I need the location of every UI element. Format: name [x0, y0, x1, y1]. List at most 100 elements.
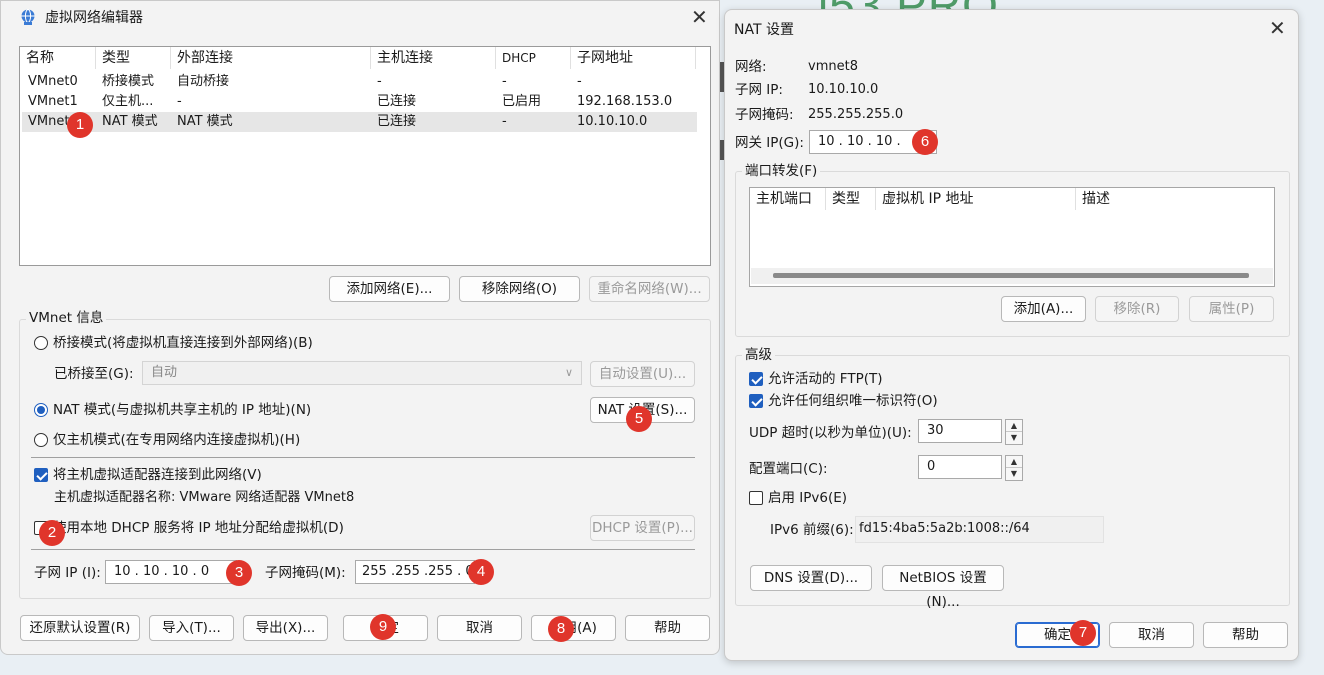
- allow-ftp-label[interactable]: 允许活动的 FTP(T): [768, 370, 883, 388]
- arrow-up-icon[interactable]: ▲: [1006, 420, 1022, 432]
- host-only-label[interactable]: 仅主机模式(在专用网络内连接虚拟机)(H): [53, 431, 300, 449]
- window-title: 虚拟网络编辑器: [45, 10, 143, 26]
- dhcp-label[interactable]: 使用本地 DHCP 服务将 IP 地址分配给虚拟机(D): [53, 519, 344, 537]
- subnet-ip-label: 子网 IP (I):: [34, 565, 101, 581]
- connect-adapter-label[interactable]: 将主机虚拟适配器连接到此网络(V): [53, 466, 262, 484]
- step-badge: 4: [468, 559, 494, 585]
- export-button[interactable]: 导出(X)...: [243, 615, 328, 641]
- step-badge: 3: [226, 560, 252, 586]
- arrow-down-icon[interactable]: ▼: [1006, 468, 1022, 480]
- enable-ipv6-checkbox[interactable]: [749, 491, 763, 505]
- network-label: 网络:: [735, 59, 767, 75]
- step-badge: 5: [626, 406, 652, 432]
- allow-oui-label[interactable]: 允许任何组织唯一标识符(O): [768, 392, 938, 410]
- port-forwarding-label: 端口转发(F): [742, 163, 821, 179]
- step-badge: 9: [370, 614, 396, 640]
- port-properties-button[interactable]: 属性(P): [1189, 296, 1274, 322]
- table-cell: 桥接模式: [102, 74, 155, 89]
- restore-defaults-button[interactable]: 还原默认设置(R): [20, 615, 140, 641]
- udp-timeout-stepper[interactable]: ▲ ▼: [1005, 419, 1023, 445]
- config-port-input[interactable]: 0: [918, 455, 1002, 479]
- table-row[interactable]: VMnet0 桥接模式 自动桥接 - - -: [22, 72, 697, 92]
- scrollbar-thumb[interactable]: [773, 273, 1249, 278]
- column-header-host-port[interactable]: 主机端口: [750, 188, 826, 210]
- bridged-to-label: 已桥接至(G):: [54, 366, 134, 382]
- import-button[interactable]: 导入(T)...: [149, 615, 234, 641]
- table-cell: -: [577, 74, 582, 89]
- remove-port-button[interactable]: 移除(R): [1095, 296, 1179, 322]
- table-cell: 自动桥接: [177, 74, 230, 89]
- bridged-label[interactable]: 桥接模式(将虚拟机直接连接到外部网络)(B): [53, 334, 313, 352]
- config-port-stepper[interactable]: ▲ ▼: [1005, 455, 1023, 481]
- allow-ftp-checkbox[interactable]: [749, 372, 763, 386]
- table-cell: NAT 模式: [102, 114, 158, 129]
- add-port-button[interactable]: 添加(A)...: [1001, 296, 1086, 322]
- column-header-type[interactable]: 类型: [826, 188, 876, 210]
- port-forwarding-list[interactable]: 主机端口 类型 虚拟机 IP 地址 描述: [749, 187, 1275, 287]
- column-header-subnet[interactable]: 子网地址: [571, 47, 696, 69]
- table-cell: VMnet0: [28, 74, 78, 89]
- step-badge: 6: [912, 129, 938, 155]
- nat-radio[interactable]: [34, 403, 48, 417]
- close-icon[interactable]: ✕: [1269, 18, 1286, 38]
- step-badge: 8: [548, 616, 574, 642]
- column-header-description[interactable]: 描述: [1076, 188, 1274, 210]
- cancel-button[interactable]: 取消: [437, 615, 522, 641]
- help-button[interactable]: 帮助: [625, 615, 710, 641]
- nat-label[interactable]: NAT 模式(与虚拟机共享主机的 IP 地址)(N): [53, 401, 311, 419]
- close-icon[interactable]: ✕: [691, 7, 708, 27]
- divider: [31, 457, 695, 458]
- column-header-name[interactable]: 名称: [20, 47, 96, 69]
- subnet-value: 10.10.10.0: [808, 82, 879, 97]
- table-cell: 已启用: [502, 94, 542, 109]
- subnet-mask-input[interactable]: 255 .255 .255 . 0: [355, 560, 475, 584]
- auto-settings-button[interactable]: 自动设置(U)...: [590, 361, 695, 387]
- window-title: NAT 设置: [734, 22, 794, 38]
- column-header-external[interactable]: 外部连接: [171, 47, 371, 69]
- add-network-button[interactable]: 添加网络(E)...: [329, 276, 450, 302]
- table-cell: 192.168.153.0: [577, 94, 673, 109]
- dns-settings-button[interactable]: DNS 设置(D)...: [750, 565, 872, 591]
- column-header-dhcp[interactable]: DHCP: [496, 47, 571, 69]
- enable-ipv6-label[interactable]: 启用 IPv6(E): [768, 489, 847, 507]
- allow-oui-checkbox[interactable]: [749, 394, 763, 408]
- dhcp-settings-button[interactable]: DHCP 设置(P)...: [590, 515, 695, 541]
- subnet-label: 子网 IP:: [735, 82, 783, 98]
- vmnet-info-label: VMnet 信息: [26, 310, 107, 326]
- horizontal-scrollbar[interactable]: [751, 268, 1273, 284]
- step-badge: 2: [39, 520, 65, 546]
- column-header-host[interactable]: 主机连接: [371, 47, 496, 69]
- column-header-vm-ip[interactable]: 虚拟机 IP 地址: [876, 188, 1076, 210]
- network-list[interactable]: 名称 类型 外部连接 主机连接 DHCP 子网地址 VMnet0 桥接模式 自动…: [19, 46, 711, 266]
- udp-timeout-input[interactable]: 30: [918, 419, 1002, 443]
- host-only-radio[interactable]: [34, 433, 48, 447]
- gateway-label: 网关 IP(G):: [735, 135, 804, 151]
- bridged-radio[interactable]: [34, 336, 48, 350]
- config-port-label: 配置端口(C):: [749, 461, 828, 477]
- table-row-selected[interactable]: VMnet8 NAT 模式 NAT 模式 已连接 - 10.10.10.0: [22, 112, 697, 132]
- netbios-settings-button[interactable]: NetBIOS 设置(N)...: [882, 565, 1004, 610]
- table-cell: NAT 模式: [177, 114, 233, 129]
- table-row[interactable]: VMnet1 仅主机... - 已连接 已启用 192.168.153.0: [22, 92, 697, 112]
- rename-network-button[interactable]: 重命名网络(W)...: [589, 276, 710, 302]
- table-cell: 已连接: [377, 114, 417, 129]
- ipv6-prefix-input[interactable]: fd15:4ba5:5a2b:1008::/64: [855, 516, 1104, 543]
- udp-timeout-label: UDP 超时(以秒为单位)(U):: [749, 425, 912, 441]
- arrow-up-icon[interactable]: ▲: [1006, 456, 1022, 468]
- help-button[interactable]: 帮助: [1203, 622, 1288, 648]
- connect-adapter-checkbox[interactable]: [34, 468, 48, 482]
- mask-label: 子网掩码:: [735, 107, 794, 123]
- mask-value: 255.255.255.0: [808, 107, 904, 122]
- divider: [31, 549, 695, 550]
- virtual-network-editor-window: 虚拟网络编辑器 ✕ 名称 类型 外部连接 主机连接 DHCP 子网地址 VMne…: [0, 0, 720, 655]
- network-value: vmnet8: [808, 59, 858, 74]
- subnet-ip-input[interactable]: 10 . 10 . 10 . 0: [105, 560, 237, 584]
- arrow-down-icon[interactable]: ▼: [1006, 432, 1022, 444]
- bridged-to-select[interactable]: 自动: [142, 361, 582, 385]
- remove-network-button[interactable]: 移除网络(O): [459, 276, 580, 302]
- table-cell: -: [377, 74, 382, 89]
- table-cell: 已连接: [377, 94, 417, 109]
- cancel-button[interactable]: 取消: [1109, 622, 1194, 648]
- step-badge: 1: [67, 112, 93, 138]
- column-header-type[interactable]: 类型: [96, 47, 171, 69]
